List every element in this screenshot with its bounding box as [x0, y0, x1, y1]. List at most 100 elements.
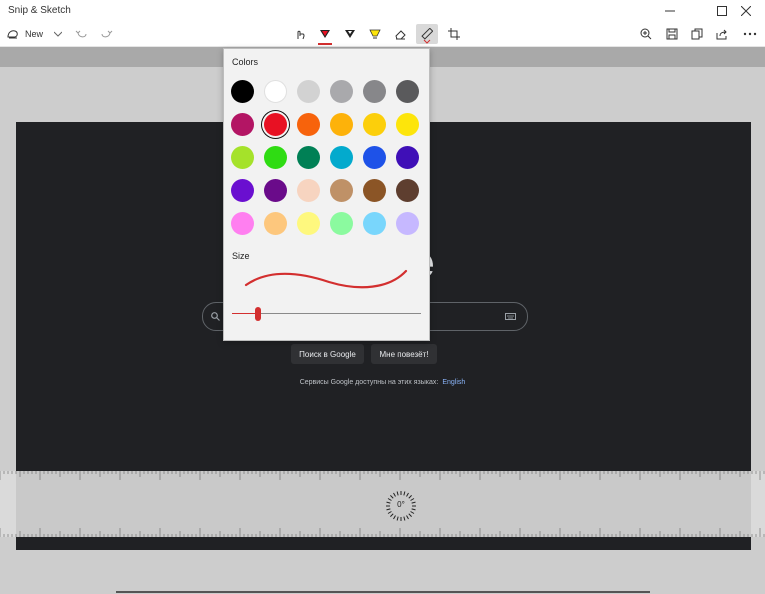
dial-tick — [387, 511, 392, 514]
color-swatch[interactable] — [264, 146, 287, 169]
chevron-down-icon — [54, 31, 62, 37]
color-swatch[interactable] — [396, 80, 419, 103]
touch-writing-icon — [297, 30, 305, 40]
dial-tick — [393, 492, 396, 497]
crop-button[interactable] — [445, 24, 463, 44]
dial-tick — [410, 511, 415, 514]
dial-tick — [393, 515, 396, 520]
stroke-preview — [244, 269, 408, 289]
color-swatch[interactable] — [363, 212, 386, 235]
color-swatch[interactable] — [396, 113, 419, 136]
eraser-icon — [395, 30, 406, 40]
feeling-lucky-button: Мне повезёт! — [371, 344, 437, 364]
more-options-button[interactable] — [740, 24, 760, 44]
color-swatch[interactable] — [297, 146, 320, 169]
undo-icon — [75, 30, 87, 38]
save-icon — [666, 28, 678, 40]
languages-line: Сервисы Google доступны на этих языках: E… — [0, 379, 765, 386]
active-pen-indicator — [318, 43, 332, 45]
colors-label: Colors — [232, 57, 259, 67]
color-swatch[interactable] — [231, 212, 254, 235]
dial-tick — [408, 495, 412, 499]
dial-tick — [396, 491, 399, 496]
color-swatch[interactable] — [297, 80, 320, 103]
color-swatch[interactable] — [330, 146, 353, 169]
dial-tick — [411, 508, 416, 511]
new-dropdown-button[interactable] — [51, 24, 65, 44]
redo-button[interactable] — [98, 24, 116, 44]
color-swatch[interactable] — [396, 179, 419, 202]
color-swatch[interactable] — [264, 179, 287, 202]
dial-tick — [408, 513, 412, 517]
color-swatch[interactable] — [396, 146, 419, 169]
close-icon — [741, 6, 751, 16]
ruler-button[interactable] — [416, 24, 438, 44]
share-icon — [716, 29, 727, 40]
title-bar: Snip & Sketch — [0, 0, 765, 22]
ruler-ticks-bottom — [0, 528, 765, 537]
pen-settings-flyout: Colors Size — [223, 48, 430, 341]
color-swatch[interactable] — [231, 113, 254, 136]
languages-text: Сервисы Google доступны на этих языках: — [299, 379, 439, 386]
dial-tick — [386, 508, 391, 511]
close-button[interactable] — [727, 0, 765, 22]
maximize-icon — [717, 6, 727, 16]
redo-icon — [101, 30, 113, 38]
color-swatch[interactable] — [264, 113, 287, 136]
more-icon — [743, 32, 757, 36]
color-swatch[interactable] — [330, 113, 353, 136]
keyboard-icon — [505, 313, 516, 320]
zoom-icon — [640, 28, 652, 40]
canvas-bottom-edge — [116, 591, 650, 593]
color-swatch[interactable] — [297, 212, 320, 235]
pencil-button[interactable] — [341, 24, 359, 44]
zoom-button[interactable] — [637, 24, 655, 44]
dial-tick — [396, 516, 399, 521]
color-swatch[interactable] — [297, 113, 320, 136]
color-swatch[interactable] — [231, 146, 254, 169]
dial-tick — [403, 516, 406, 521]
new-snip-icon — [7, 30, 18, 39]
color-swatch[interactable] — [330, 179, 353, 202]
color-swatch[interactable] — [264, 80, 287, 103]
color-swatch[interactable] — [363, 80, 386, 103]
size-label: Size — [232, 251, 250, 261]
color-swatch[interactable] — [330, 212, 353, 235]
color-swatch[interactable] — [363, 113, 386, 136]
pencil-icon — [345, 30, 355, 38]
window-title: Snip & Sketch — [8, 5, 71, 16]
dial-tick — [403, 491, 406, 496]
undo-button[interactable] — [72, 24, 90, 44]
color-swatch[interactable] — [363, 179, 386, 202]
language-link: English — [442, 379, 466, 386]
search-icon — [211, 312, 220, 321]
minimize-icon — [665, 10, 675, 12]
color-swatch[interactable] — [396, 212, 419, 235]
save-button[interactable] — [663, 24, 681, 44]
minimize-button[interactable] — [651, 0, 689, 22]
google-search-button: Поиск в Google — [291, 344, 364, 364]
touch-writing-button[interactable] — [291, 24, 309, 44]
color-swatch[interactable] — [264, 212, 287, 235]
ruler-angle: 0° — [397, 500, 405, 509]
eraser-button[interactable] — [391, 24, 409, 44]
color-swatch[interactable] — [231, 80, 254, 103]
ballpoint-pen-button[interactable] — [314, 24, 336, 45]
ruler-ticks-top — [0, 471, 765, 480]
color-swatch[interactable] — [297, 179, 320, 202]
highlighter-icon — [369, 29, 381, 39]
highlighter-button[interactable] — [366, 24, 384, 44]
dial-tick — [406, 515, 409, 520]
color-swatch[interactable] — [363, 146, 386, 169]
crop-icon — [448, 28, 460, 40]
share-button[interactable] — [713, 24, 731, 44]
copy-button[interactable] — [688, 24, 706, 44]
color-swatch[interactable] — [330, 80, 353, 103]
new-button-label: New — [25, 29, 44, 39]
color-swatch[interactable] — [231, 179, 254, 202]
dial-tick — [390, 495, 394, 499]
dial-tick — [406, 492, 409, 497]
ruler[interactable] — [0, 471, 765, 537]
copy-icon — [691, 28, 703, 40]
size-slider-thumb[interactable] — [255, 307, 262, 321]
